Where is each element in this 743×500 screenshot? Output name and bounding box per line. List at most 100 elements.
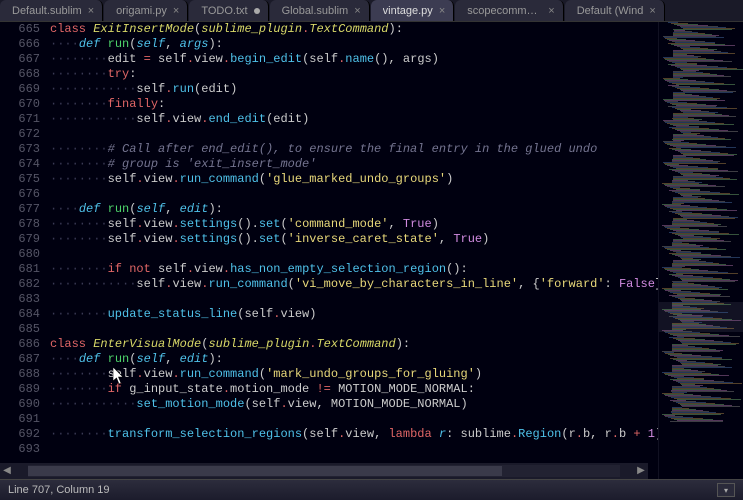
code-row: 667········edit = self.view.begin_edit(s… bbox=[0, 52, 658, 67]
code-row: 676 bbox=[0, 187, 658, 202]
code-content[interactable]: class ExitInsertMode(sublime_plugin.Text… bbox=[50, 22, 403, 37]
minimap[interactable] bbox=[658, 22, 743, 479]
code-row: 681········if not self.view.has_non_empt… bbox=[0, 262, 658, 277]
code-row: 685 bbox=[0, 322, 658, 337]
scroll-track[interactable] bbox=[28, 465, 620, 477]
code-content[interactable]: ········finally: bbox=[50, 97, 165, 112]
code-row: 677····def run(self, edit): bbox=[0, 202, 658, 217]
code-row: 693 bbox=[0, 442, 658, 457]
code-row: 689········if g_input_state.motion_mode … bbox=[0, 382, 658, 397]
close-icon[interactable]: × bbox=[548, 5, 554, 17]
code-row: 688········self.view.run_command('mark_u… bbox=[0, 367, 658, 382]
line-number: 685 bbox=[0, 322, 50, 337]
line-number: 674 bbox=[0, 157, 50, 172]
code-content[interactable]: ········edit = self.view.begin_edit(self… bbox=[50, 52, 439, 67]
cursor-position: Line 707, Column 19 bbox=[8, 484, 110, 496]
code-row: 670········finally: bbox=[0, 97, 658, 112]
code-content[interactable]: ········self.view.run_command('glue_mark… bbox=[50, 172, 453, 187]
line-number: 675 bbox=[0, 172, 50, 187]
line-number: 677 bbox=[0, 202, 50, 217]
line-number: 670 bbox=[0, 97, 50, 112]
line-number: 690 bbox=[0, 397, 50, 412]
code-content[interactable]: ········if g_input_state.motion_mode != … bbox=[50, 382, 475, 397]
line-number: 682 bbox=[0, 277, 50, 292]
tab-label: vintage.py bbox=[383, 5, 433, 17]
code-content[interactable]: ········self.view.settings().set('invers… bbox=[50, 232, 489, 247]
status-bar: Line 707, Column 19 ▾ bbox=[0, 479, 743, 500]
dirty-indicator-icon bbox=[254, 8, 260, 14]
horizontal-scrollbar[interactable]: ◀ ▶ bbox=[0, 463, 648, 479]
line-number: 676 bbox=[0, 187, 50, 202]
line-number: 666 bbox=[0, 37, 50, 52]
code-content[interactable]: ········# Call after end_edit(), to ensu… bbox=[50, 142, 597, 157]
code-content[interactable]: ············self.view.run_command('vi_mo… bbox=[50, 277, 658, 292]
code-row: 686class EnterVisualMode(sublime_plugin.… bbox=[0, 337, 658, 352]
code-content[interactable]: ········self.view.run_command('mark_undo… bbox=[50, 367, 482, 382]
tab-scopecommand[interactable]: scopecommand× bbox=[455, 0, 563, 21]
tab-todo-txt[interactable]: TODO.txt× bbox=[189, 0, 268, 21]
tab-label: TODO.txt bbox=[201, 5, 247, 17]
code-content[interactable]: ············set_motion_mode(self.view, M… bbox=[50, 397, 468, 412]
code-row: 665class ExitInsertMode(sublime_plugin.T… bbox=[0, 22, 658, 37]
scroll-right-icon[interactable]: ▶ bbox=[634, 465, 648, 477]
code-row: 687····def run(self, edit): bbox=[0, 352, 658, 367]
close-icon[interactable]: × bbox=[649, 5, 655, 17]
tab-label: origami.py bbox=[116, 5, 167, 17]
code-content[interactable]: class EnterVisualMode(sublime_plugin.Tex… bbox=[50, 337, 410, 352]
code-content[interactable]: ············self.view.end_edit(edit) bbox=[50, 112, 309, 127]
code-row: 691 bbox=[0, 412, 658, 427]
line-number: 678 bbox=[0, 217, 50, 232]
code-row: 668········try: bbox=[0, 67, 658, 82]
code-row: 684········update_status_line(self.view) bbox=[0, 307, 658, 322]
line-number: 688 bbox=[0, 367, 50, 382]
code-content[interactable]: ············self.run(edit) bbox=[50, 82, 237, 97]
minimap-line bbox=[670, 421, 723, 422]
tab-label: Default.sublim bbox=[12, 5, 82, 17]
tab-default-wind[interactable]: Default (Wind× bbox=[565, 0, 665, 21]
scroll-thumb[interactable] bbox=[28, 466, 502, 476]
line-number: 693 bbox=[0, 442, 50, 457]
code-row: 678········self.view.settings().set('com… bbox=[0, 217, 658, 232]
close-icon[interactable]: × bbox=[88, 5, 94, 17]
tab-default-sublim[interactable]: Default.sublim × bbox=[0, 0, 103, 21]
close-icon[interactable]: × bbox=[439, 5, 445, 17]
tab-vintage-py[interactable]: vintage.py × bbox=[371, 0, 455, 21]
code-content[interactable]: ····def run(self, args): bbox=[50, 37, 223, 52]
code-content[interactable]: ········update_status_line(self.view) bbox=[50, 307, 316, 322]
close-icon[interactable]: × bbox=[354, 5, 360, 17]
line-number: 672 bbox=[0, 127, 50, 142]
code-row: 671············self.view.end_edit(edit) bbox=[0, 112, 658, 127]
code-content[interactable]: ····def run(self, edit): bbox=[50, 202, 223, 217]
tab-global-sublim[interactable]: Global.sublim × bbox=[270, 0, 370, 21]
code-row: 679········self.view.settings().set('inv… bbox=[0, 232, 658, 247]
code-row: 674········# group is 'exit_insert_mode' bbox=[0, 157, 658, 172]
line-number: 669 bbox=[0, 82, 50, 97]
close-icon[interactable]: × bbox=[173, 5, 179, 17]
line-number: 680 bbox=[0, 247, 50, 262]
code-content[interactable]: ········transform_selection_regions(self… bbox=[50, 427, 658, 442]
code-row: 672 bbox=[0, 127, 658, 142]
tab-label: Global.sublim bbox=[282, 5, 349, 17]
line-number: 673 bbox=[0, 142, 50, 157]
code-content[interactable]: ········try: bbox=[50, 67, 136, 82]
code-row: 680 bbox=[0, 247, 658, 262]
minimap-line bbox=[676, 273, 738, 274]
code-content[interactable]: ········self.view.settings().set('comman… bbox=[50, 217, 439, 232]
line-number: 668 bbox=[0, 67, 50, 82]
line-number: 692 bbox=[0, 427, 50, 442]
line-number: 689 bbox=[0, 382, 50, 397]
minimap-line bbox=[677, 399, 741, 400]
code-pane[interactable]: 665class ExitInsertMode(sublime_plugin.T… bbox=[0, 22, 658, 479]
line-number: 665 bbox=[0, 22, 50, 37]
status-dropdown[interactable]: ▾ bbox=[717, 483, 735, 497]
code-content[interactable]: ····def run(self, edit): bbox=[50, 352, 223, 367]
code-content[interactable]: ········if not self.view.has_non_empty_s… bbox=[50, 262, 468, 277]
minimap-line bbox=[676, 84, 735, 85]
code-row: 692········transform_selection_regions(s… bbox=[0, 427, 658, 442]
line-number: 691 bbox=[0, 412, 50, 427]
editor-area: 665class ExitInsertMode(sublime_plugin.T… bbox=[0, 22, 743, 479]
tab-origami-py[interactable]: origami.py × bbox=[104, 0, 188, 21]
scroll-left-icon[interactable]: ◀ bbox=[0, 465, 14, 477]
minimap-line bbox=[677, 336, 740, 337]
code-content[interactable]: ········# group is 'exit_insert_mode' bbox=[50, 157, 316, 172]
